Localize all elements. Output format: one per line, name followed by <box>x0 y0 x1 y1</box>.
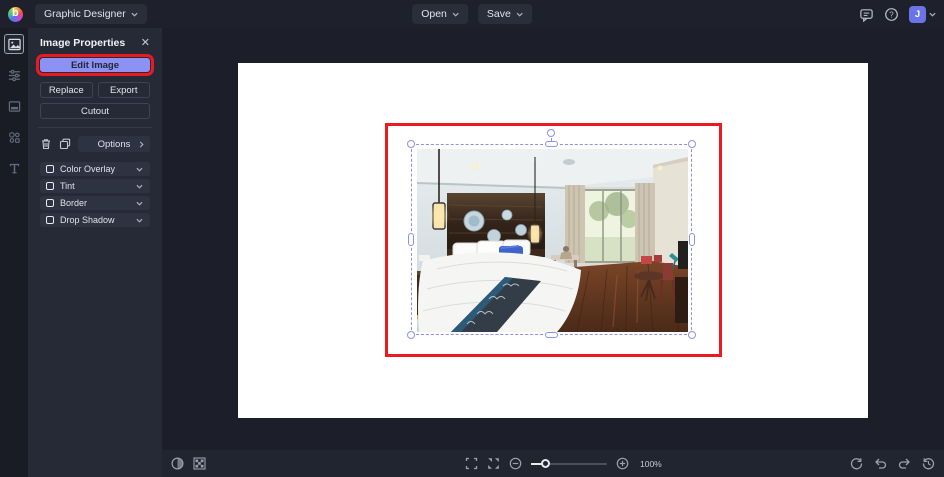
canvas-color-icon[interactable] <box>171 457 184 470</box>
chevron-down-icon <box>929 11 936 18</box>
app-mode-switcher[interactable]: Graphic Designer <box>35 4 147 24</box>
chevron-down-icon <box>516 11 523 18</box>
help-icon[interactable]: ? <box>884 7 899 22</box>
sliders-icon <box>8 69 21 82</box>
selection-handle-w[interactable] <box>408 233 414 246</box>
selection-handle-s[interactable] <box>545 332 558 338</box>
export-button[interactable]: Export <box>97 82 150 98</box>
sidebar-item-image-manager[interactable] <box>4 34 24 54</box>
save-button[interactable]: Save <box>477 4 532 24</box>
border-checkbox[interactable] <box>46 199 54 207</box>
close-icon[interactable]: ✕ <box>141 37 150 49</box>
divider <box>38 127 152 128</box>
tint-checkbox[interactable] <box>46 182 54 190</box>
toggle-label: Tint <box>60 181 75 191</box>
history-icon[interactable] <box>922 457 935 470</box>
app-window: Graphic Designer Open Save <box>0 0 944 477</box>
transparency-grid-icon[interactable] <box>193 457 206 470</box>
open-label: Open <box>421 8 447 20</box>
chevron-down-icon[interactable] <box>136 183 143 190</box>
photo-frame-icon <box>8 100 21 113</box>
drop-shadow-checkbox[interactable] <box>46 216 54 224</box>
open-button[interactable]: Open <box>412 4 468 24</box>
sidebar-item-image-library[interactable] <box>4 96 24 116</box>
sidebar-item-text[interactable] <box>4 158 24 178</box>
options-label: Options <box>97 138 131 150</box>
chevron-down-icon <box>131 11 138 18</box>
redo-icon[interactable] <box>898 457 911 470</box>
chevron-down-icon[interactable] <box>136 166 143 173</box>
selection-handle-e[interactable] <box>689 233 695 246</box>
selection-handle-sw[interactable] <box>407 331 415 339</box>
top-bar: Graphic Designer Open Save <box>0 0 944 28</box>
feedback-icon[interactable] <box>859 7 874 22</box>
chevron-down-icon[interactable] <box>136 217 143 224</box>
app-mode-label: Graphic Designer <box>44 8 126 20</box>
toggle-border[interactable]: Border <box>40 196 150 210</box>
toggle-label: Drop Shadow <box>60 215 115 225</box>
save-label: Save <box>486 8 511 20</box>
sidebar-item-graphics[interactable] <box>4 127 24 147</box>
selection-handle-nw[interactable] <box>407 140 415 148</box>
rotation-handle[interactable] <box>547 129 555 137</box>
edit-image-button[interactable]: Edit Image <box>36 54 154 76</box>
options-dropdown[interactable]: Options <box>78 136 150 152</box>
selection-handle-n[interactable] <box>545 141 558 147</box>
chevron-down-icon[interactable] <box>136 200 143 207</box>
avatar: J <box>909 5 926 23</box>
bottom-bar: 100% <box>162 450 944 477</box>
toggle-label: Color Overlay <box>60 164 116 174</box>
zoom-in-icon[interactable] <box>616 457 629 470</box>
sidebar-item-edit[interactable] <box>4 65 24 85</box>
toggle-drop-shadow[interactable]: Drop Shadow <box>40 213 150 227</box>
zoom-slider-knob[interactable] <box>541 458 550 468</box>
duplicate-icon[interactable] <box>59 138 71 150</box>
image-icon <box>7 38 21 51</box>
shapes-icon <box>8 131 21 144</box>
chevron-right-icon <box>138 141 145 148</box>
tool-rail <box>0 28 28 477</box>
zoom-out-icon[interactable] <box>509 457 522 470</box>
reset-icon[interactable] <box>850 457 863 470</box>
svg-text:?: ? <box>889 10 894 19</box>
panel-title: Image Properties <box>40 37 126 49</box>
delete-icon[interactable] <box>40 138 52 150</box>
fit-image-icon[interactable] <box>487 457 500 470</box>
chevron-down-icon <box>452 11 459 18</box>
selection-handle-ne[interactable] <box>688 140 696 148</box>
cutout-button[interactable]: Cutout <box>40 103 150 119</box>
color-overlay-checkbox[interactable] <box>46 165 54 173</box>
replace-button[interactable]: Replace <box>40 82 93 98</box>
selection-handle-se[interactable] <box>688 331 696 339</box>
undo-icon[interactable] <box>874 457 887 470</box>
text-icon <box>8 162 21 175</box>
toggle-tint[interactable]: Tint <box>40 179 150 193</box>
selected-image[interactable] <box>417 149 688 332</box>
befunky-logo-icon[interactable] <box>8 6 23 22</box>
toggle-color-overlay[interactable]: Color Overlay <box>40 162 150 176</box>
zoom-slider[interactable] <box>531 458 607 468</box>
fit-screen-icon[interactable] <box>465 457 478 470</box>
zoom-level: 100% <box>640 458 662 469</box>
toggle-label: Border <box>60 198 88 208</box>
account-button[interactable]: J <box>909 5 936 23</box>
image-properties-panel: Image Properties ✕ Edit Image Replace Ex… <box>28 28 162 477</box>
